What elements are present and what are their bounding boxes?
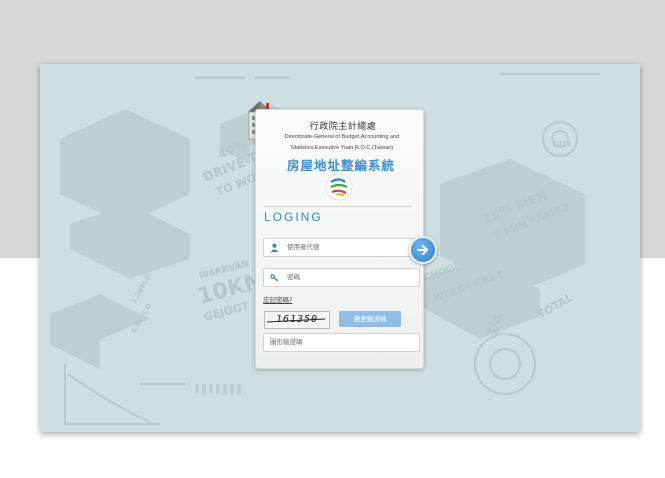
agency-name-en-line1: Directorate-General of Budget,Accounting… [284,134,400,140]
captcha-input[interactable]: 圖形驗證碼 [263,333,420,352]
captcha-image: 161350 [264,311,330,329]
refresh-captcha-button[interactable]: 變更驗證碼 [339,311,401,327]
user-icon [270,243,279,252]
bg-text-15: 2011 [552,140,572,148]
bg-text-11: TOTAL [535,291,575,322]
forgot-password-link[interactable]: 忘記密碼? [263,294,292,304]
agency-name-en: Directorate-General of Budget,Accounting… [264,132,420,154]
login-heading: LOGING [264,210,323,224]
captcha-placeholder: 圖形驗證碼 [270,338,303,346]
agency-name-cn: 行政院主計總處 [309,122,377,132]
system-title: 房屋地址整編系統 [286,158,395,173]
username-field[interactable]: 使用者代號 [263,238,420,257]
agency-name-en-line2: Statistics,Executive Yuan,R.O.C.(Taiwan) [290,145,394,151]
arrow-right-icon [417,245,428,255]
login-submit-button[interactable] [409,236,437,264]
key-icon [270,274,279,282]
login-card: 行政院主計總處 Directorate-General of Budget,Ac… [255,109,437,369]
username-placeholder: 使用者代號 [287,243,320,251]
password-field[interactable]: 密碼 [263,268,420,287]
agency-logo-icon [325,173,353,201]
password-placeholder: 密碼 [287,273,300,281]
divider [264,206,412,207]
